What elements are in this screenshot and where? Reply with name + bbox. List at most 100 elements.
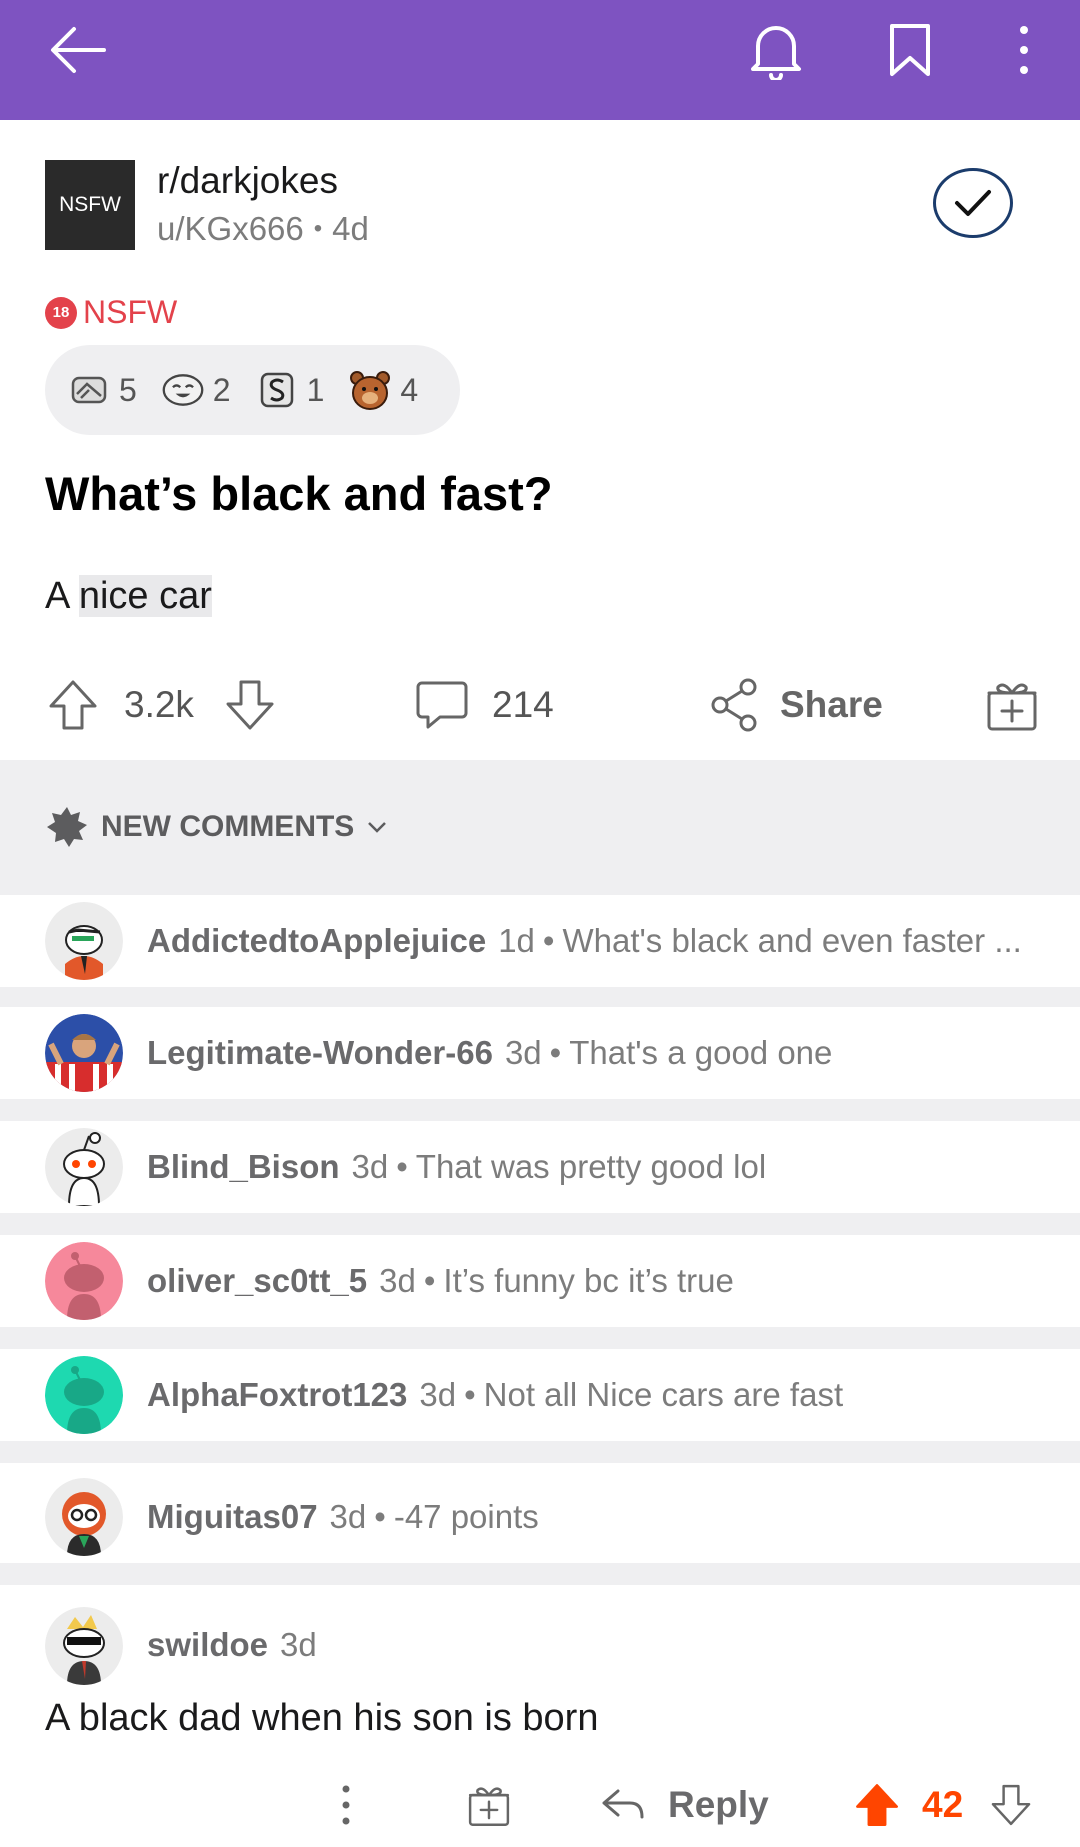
save-button[interactable] bbox=[870, 10, 950, 90]
handshake-award-icon bbox=[67, 368, 111, 412]
comment-score: 42 bbox=[922, 1784, 964, 1825]
joined-button[interactable] bbox=[933, 168, 1013, 238]
more-options-button[interactable] bbox=[984, 10, 1064, 90]
award-item: 4 bbox=[348, 368, 418, 412]
avatar[interactable] bbox=[45, 1128, 123, 1206]
post-age: 4d bbox=[332, 210, 369, 247]
back-button[interactable] bbox=[38, 10, 118, 90]
divider bbox=[0, 1327, 1080, 1349]
back-arrow-icon bbox=[51, 27, 106, 73]
divider bbox=[0, 1563, 1080, 1585]
share-button[interactable]: Share bbox=[706, 665, 883, 745]
share-icon bbox=[711, 678, 757, 732]
top-app-bar bbox=[0, 0, 1080, 120]
comment-row[interactable]: Legitimate-Wonder-66 3d • That's a good … bbox=[0, 1007, 1080, 1099]
comment-preview: Blind_Bison 3d • That was pretty good lo… bbox=[147, 1121, 766, 1213]
comment-time: 3d bbox=[504, 1034, 542, 1071]
award-button[interactable] bbox=[984, 665, 1040, 745]
comment-username[interactable]: AlphaFoxtrot123 bbox=[147, 1376, 407, 1414]
more-vertical-icon bbox=[1020, 26, 1028, 74]
comment-header: swildoe 3d bbox=[147, 1615, 317, 1675]
comment-separator: • bbox=[374, 1498, 386, 1535]
reply-button[interactable]: Reply bbox=[600, 1770, 769, 1840]
awards-bar[interactable]: 5 2 1 4 bbox=[45, 345, 460, 435]
comment-time: 3d bbox=[419, 1376, 457, 1413]
award-count: 1 bbox=[306, 371, 325, 408]
avatar[interactable] bbox=[45, 1014, 123, 1092]
age-restriction-badge: 18 bbox=[45, 296, 77, 329]
gift-icon bbox=[468, 1787, 510, 1826]
comment-username[interactable]: Blind_Bison bbox=[147, 1148, 340, 1186]
comment-preview: oliver_sc0tt_5 3d • It’s funny bc it’s t… bbox=[147, 1235, 734, 1327]
comment-count: 214 bbox=[492, 684, 554, 725]
avatar[interactable] bbox=[45, 1607, 123, 1685]
more-vertical-icon bbox=[342, 1785, 350, 1825]
comment-preview: AddictedtoApplejuice 1d • What's black a… bbox=[147, 895, 1022, 987]
upvote-arrow-filled-icon bbox=[856, 1784, 898, 1826]
avatar[interactable] bbox=[45, 1242, 123, 1320]
comment-more-button[interactable] bbox=[336, 1770, 356, 1840]
downvote-arrow-icon bbox=[991, 1784, 1031, 1826]
comment-preview-text: Not all Nice cars are fast bbox=[483, 1376, 844, 1413]
avatar[interactable] bbox=[45, 1478, 123, 1556]
comment-row[interactable]: Miguitas07 3d • -47 points bbox=[0, 1471, 1080, 1563]
downvote-button[interactable] bbox=[222, 665, 278, 745]
comment-separator: • bbox=[423, 1262, 436, 1299]
avatar[interactable] bbox=[45, 1356, 123, 1434]
comment-username[interactable]: Miguitas07 bbox=[147, 1498, 318, 1536]
award-item: 1 bbox=[255, 368, 325, 412]
sort-label: NEW COMMENTS bbox=[101, 810, 355, 843]
award-count: 5 bbox=[119, 371, 137, 408]
award-item: 5 bbox=[67, 368, 137, 412]
award-item: 2 bbox=[161, 368, 231, 412]
nsfw-label: NSFW bbox=[83, 294, 178, 330]
avatar[interactable] bbox=[45, 902, 123, 980]
gift-icon bbox=[987, 683, 1037, 731]
comment-row[interactable]: Blind_Bison 3d • That was pretty good lo… bbox=[0, 1121, 1080, 1213]
comment-preview: Miguitas07 3d • -47 points bbox=[147, 1471, 539, 1563]
comment-username[interactable]: swildoe bbox=[147, 1626, 268, 1664]
comment-preview-text: It’s funny bc it’s true bbox=[443, 1262, 734, 1299]
laughing-award-icon bbox=[161, 368, 205, 412]
comment-preview: AlphaFoxtrot123 3d • Not all Nice cars a… bbox=[147, 1349, 843, 1441]
silver-award-icon bbox=[255, 368, 299, 412]
comment-time: 3d bbox=[280, 1626, 317, 1663]
upvote-arrow-icon bbox=[49, 680, 97, 730]
sparkle-badge-icon bbox=[47, 807, 87, 847]
comment-row[interactable]: AddictedtoApplejuice 1d • What's black a… bbox=[0, 895, 1080, 987]
post-body: A nice car bbox=[45, 575, 212, 618]
bell-icon bbox=[751, 26, 801, 80]
comment-separator: • bbox=[549, 1034, 562, 1071]
divider bbox=[0, 1213, 1080, 1235]
comment-award-button[interactable] bbox=[466, 1770, 512, 1840]
comment-time: 3d bbox=[329, 1498, 367, 1535]
sort-selector[interactable]: NEW COMMENTS bbox=[45, 805, 388, 849]
comment-upvote-button[interactable] bbox=[854, 1770, 900, 1840]
nsfw-tag: 18 NSFW bbox=[45, 294, 177, 331]
comment-row[interactable]: AlphaFoxtrot123 3d • Not all Nice cars a… bbox=[0, 1349, 1080, 1441]
comment-separator: • bbox=[464, 1376, 476, 1413]
comments-button[interactable]: 214 bbox=[414, 665, 554, 745]
comment-preview-text: -47 points bbox=[393, 1498, 539, 1535]
comment-downvote-button[interactable] bbox=[988, 1770, 1034, 1840]
community-avatar[interactable]: NSFW bbox=[45, 160, 135, 250]
notifications-button[interactable] bbox=[736, 10, 816, 90]
comment-username[interactable]: oliver_sc0tt_5 bbox=[147, 1262, 367, 1300]
community-name[interactable]: r/darkjokes bbox=[157, 160, 338, 202]
reply-label: Reply bbox=[668, 1784, 769, 1825]
author-name[interactable]: u/KGx666 bbox=[157, 210, 304, 248]
award-count: 4 bbox=[400, 371, 419, 408]
divider bbox=[0, 1099, 1080, 1121]
reply-arrow-icon bbox=[602, 1789, 644, 1819]
comment-separator: • bbox=[542, 922, 555, 959]
post-body-text: A bbox=[45, 575, 79, 617]
comment-username[interactable]: AddictedtoApplejuice bbox=[147, 922, 486, 960]
comment-username[interactable]: Legitimate-Wonder-66 bbox=[147, 1034, 493, 1072]
divider bbox=[0, 1441, 1080, 1463]
comment-time: 3d bbox=[351, 1148, 389, 1185]
comment-row[interactable]: oliver_sc0tt_5 3d • It’s funny bc it’s t… bbox=[0, 1235, 1080, 1327]
divider bbox=[0, 875, 1080, 897]
comment-preview-text: What's black and even faster ... bbox=[562, 922, 1022, 959]
award-count: 2 bbox=[212, 371, 231, 408]
upvote-button[interactable] bbox=[45, 665, 101, 745]
